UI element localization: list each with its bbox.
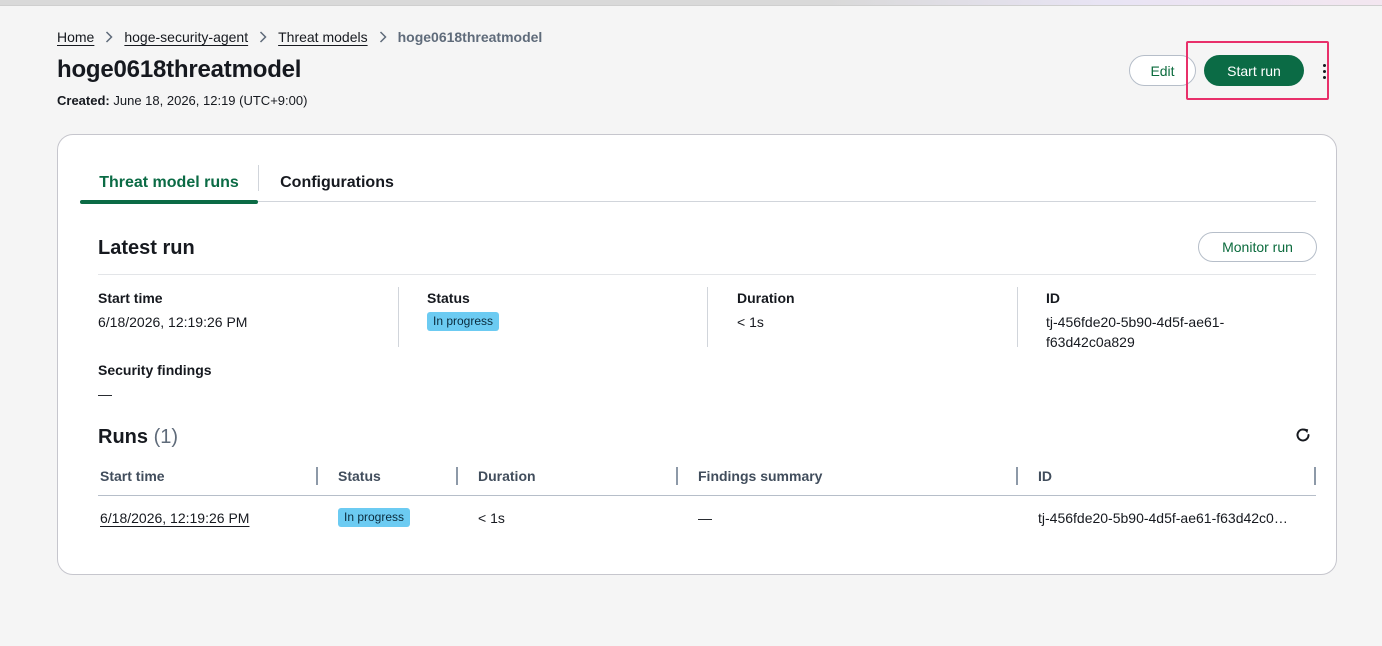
column-header-status[interactable]: Status [338,468,381,484]
divider [707,287,708,347]
start-time-value: 6/18/2026, 12:19:26 PM [98,314,248,330]
id-value-line1: tj-456fde20-5b90-4d5f-ae61- [1046,314,1225,330]
created-label: Created: [57,93,110,108]
run-findings-summary: — [698,510,712,526]
created-info: Created: June 18, 2026, 12:19 (UTC+9:00) [57,93,307,108]
run-start-time-link[interactable]: 6/18/2026, 12:19:26 PM [100,510,249,526]
security-findings-value: — [98,386,112,402]
column-resizer[interactable] [676,467,678,485]
runs-title-text: Runs [98,426,148,448]
status-badge: In progress [338,508,411,527]
security-findings: Security findings — [98,362,212,404]
latest-status: Status In progress [427,290,500,331]
chevron-right-icon [379,31,387,43]
breadcrumb-threat-models[interactable]: Threat models [278,29,367,45]
top-border [0,0,1382,6]
duration-label: Duration [737,290,795,306]
breadcrumb-current: hoge0618threatmodel [397,29,543,45]
column-header-findings-summary[interactable]: Findings summary [698,468,822,484]
monitor-run-button[interactable]: Monitor run [1198,232,1317,262]
column-header-id[interactable]: ID [1038,468,1052,484]
status-badge: In progress [427,312,500,331]
divider [1017,287,1018,347]
column-resizer[interactable] [316,467,318,485]
breadcrumb-agent[interactable]: hoge-security-agent [124,29,248,45]
duration-value: < 1s [737,314,764,330]
run-duration: < 1s [478,510,505,526]
chevron-right-icon [105,31,113,43]
status-label: Status [427,290,470,306]
table-header-divider [98,495,1316,496]
id-value-line2: f63d42c0a829 [1046,334,1135,350]
divider [98,274,1316,275]
tab-list: Threat model runs Configurations [80,163,1316,204]
runs-count: (1) [153,426,179,448]
latest-run-title: Latest run [98,237,195,259]
latest-duration: Duration < 1s [737,290,795,332]
start-time-label: Start time [98,290,163,306]
more-vertical-icon[interactable] [1317,60,1331,82]
edit-button[interactable]: Edit [1129,55,1196,86]
created-value: June 18, 2026, 12:19 (UTC+9:00) [113,93,308,108]
column-resizer[interactable] [1314,467,1316,485]
latest-id: ID tj-456fde20-5b90-4d5f-ae61- f63d42c0a… [1046,290,1224,352]
column-resizer[interactable] [1016,467,1018,485]
column-header-duration[interactable]: Duration [478,468,536,484]
latest-start-time: Start time 6/18/2026, 12:19:26 PM [98,290,247,332]
column-resizer[interactable] [456,467,458,485]
refresh-icon[interactable] [1294,426,1312,444]
security-findings-label: Security findings [98,362,212,378]
threat-model-card: Threat model runs Configurations Latest … [57,134,1337,575]
start-run-button[interactable]: Start run [1204,55,1304,86]
page-title: hoge0618threatmodel [57,56,302,83]
tab-threat-model-runs[interactable]: Threat model runs [80,163,258,204]
run-status: In progress [338,508,411,527]
tab-configurations[interactable]: Configurations [259,163,415,202]
divider [398,287,399,347]
runs-title: Runs (1) [98,426,178,449]
column-header-start-time[interactable]: Start time [100,468,165,484]
breadcrumb: Home hoge-security-agent Threat models h… [57,28,542,46]
breadcrumb-home[interactable]: Home [57,29,94,45]
id-label: ID [1046,290,1060,306]
chevron-right-icon [259,31,267,43]
run-id: tj-456fde20-5b90-4d5f-ae61-f63d42c0… [1038,510,1288,526]
